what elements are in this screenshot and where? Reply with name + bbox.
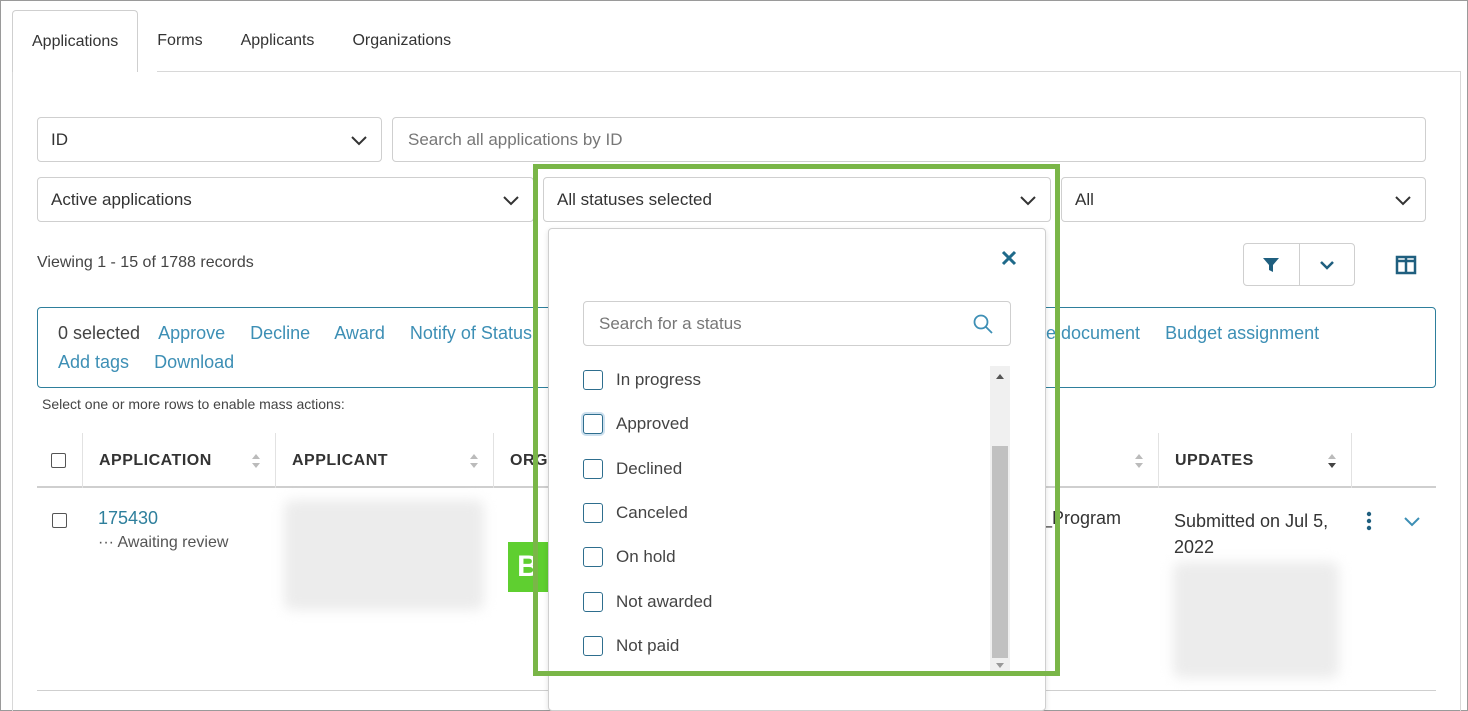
updates-blurred (1173, 562, 1339, 678)
chevron-down-icon (503, 196, 519, 206)
organization-logo: B (508, 542, 548, 592)
notify-status-action[interactable]: Notify of Status (410, 323, 532, 343)
status-option[interactable]: On hold (583, 546, 676, 568)
filter-icon (1263, 257, 1280, 272)
filter-button[interactable] (1244, 244, 1300, 285)
scrollbar-thumb[interactable] (992, 446, 1008, 658)
filter-options-button[interactable] (1300, 244, 1355, 285)
sort-desc-icon (1328, 454, 1336, 468)
chevron-down-icon (1319, 260, 1334, 270)
tab-bar: Applications Forms Applicants Organizati… (12, 10, 470, 72)
sort-icon (1135, 454, 1143, 468)
updates-text: Submitted on Jul 5, 2022 (1174, 511, 1329, 557)
status-option[interactable]: Approved (583, 413, 689, 435)
program-name: _Program (1042, 508, 1122, 528)
sort-icon (470, 454, 478, 468)
checkbox[interactable] (583, 547, 603, 567)
search-icon (973, 314, 993, 334)
search-input[interactable]: Search all applications by ID (392, 117, 1426, 162)
search-field-select-value: ID (51, 129, 68, 149)
checkbox[interactable] (583, 414, 603, 434)
approve-action[interactable]: Approve (158, 323, 225, 343)
more-actions-icon[interactable] (1362, 511, 1376, 531)
header-applicant-label: APPLICANT (292, 451, 389, 469)
status-option-label: Not paid (616, 636, 680, 655)
third-filter-value: All (1075, 189, 1094, 209)
checkbox[interactable] (583, 459, 603, 479)
status-option-label: In progress (616, 370, 702, 389)
chevron-down-icon (1395, 196, 1411, 206)
header-application-label: APPLICATION (99, 451, 212, 469)
header-application[interactable]: APPLICATION (83, 433, 276, 488)
status-search-placeholder: Search for a status (599, 313, 742, 333)
select-all-checkbox[interactable] (51, 453, 66, 468)
add-tags-action[interactable]: Add tags (58, 352, 129, 372)
applicant-blurred (284, 500, 484, 610)
checkbox[interactable] (583, 370, 603, 390)
select-all-cell (37, 433, 83, 488)
header-applicant[interactable]: APPLICANT (276, 433, 494, 488)
close-icon[interactable] (1000, 249, 1018, 267)
header-program[interactable] (1047, 433, 1159, 488)
search-field-select[interactable]: ID (37, 117, 382, 162)
award-action[interactable]: Award (334, 323, 385, 343)
header-updates-label: UPDATES (1175, 451, 1254, 469)
applications-filter-value: Active applications (51, 189, 192, 209)
selected-count: 0 selected (58, 323, 141, 343)
applications-filter-select[interactable]: Active applications (37, 177, 534, 222)
expand-row-icon[interactable] (1401, 510, 1423, 532)
chevron-down-icon (1020, 196, 1036, 206)
filter-button-group (1243, 243, 1355, 286)
mass-actions-hint: Select one or more rows to enable mass a… (42, 396, 345, 412)
tab-forms[interactable]: Forms (138, 10, 221, 72)
scroll-up-icon[interactable] (994, 370, 1006, 382)
tab-organizations[interactable]: Organizations (333, 10, 470, 72)
header-updates[interactable]: UPDATES (1159, 433, 1352, 488)
status-option-label: Declined (616, 459, 683, 478)
download-action[interactable]: Download (154, 352, 234, 372)
third-filter-select[interactable]: All (1061, 177, 1426, 222)
status-option[interactable]: Declined (583, 458, 682, 480)
status-option[interactable]: Not awarded (583, 591, 712, 613)
scroll-down-icon[interactable] (994, 660, 1006, 672)
checkbox[interactable] (583, 592, 603, 612)
tab-applicants[interactable]: Applicants (222, 10, 334, 72)
sort-icon (252, 454, 260, 468)
application-status: ··· Awaiting review (98, 534, 229, 551)
chevron-down-icon (351, 136, 367, 146)
status-search-input[interactable]: Search for a status (583, 301, 1011, 346)
columns-icon[interactable] (1395, 254, 1417, 276)
application-id-link[interactable]: 175430 (98, 508, 158, 529)
tab-applications[interactable]: Applications (12, 10, 139, 72)
status-option-label: Approved (616, 414, 689, 433)
status-filter-value: All statuses selected (557, 189, 712, 209)
budget-assignment-action[interactable]: Budget assignment (1165, 323, 1319, 343)
status-option-label: On hold (616, 547, 676, 566)
status-option-label: Canceled (616, 503, 688, 522)
decline-action[interactable]: Decline (250, 323, 310, 343)
status-filter-select[interactable]: All statuses selected (543, 177, 1051, 222)
checkbox[interactable] (583, 503, 603, 523)
status-option[interactable]: Canceled (583, 502, 688, 524)
search-input-placeholder: Search all applications by ID (408, 129, 623, 149)
records-count: Viewing 1 - 15 of 1788 records (37, 254, 254, 271)
status-option[interactable]: In progress (583, 369, 701, 391)
document-action[interactable]: e document (1046, 323, 1140, 343)
row-checkbox[interactable] (52, 513, 67, 528)
checkbox[interactable] (583, 636, 603, 656)
status-option-label: Not awarded (616, 592, 713, 611)
status-option[interactable]: Not paid (583, 635, 679, 657)
